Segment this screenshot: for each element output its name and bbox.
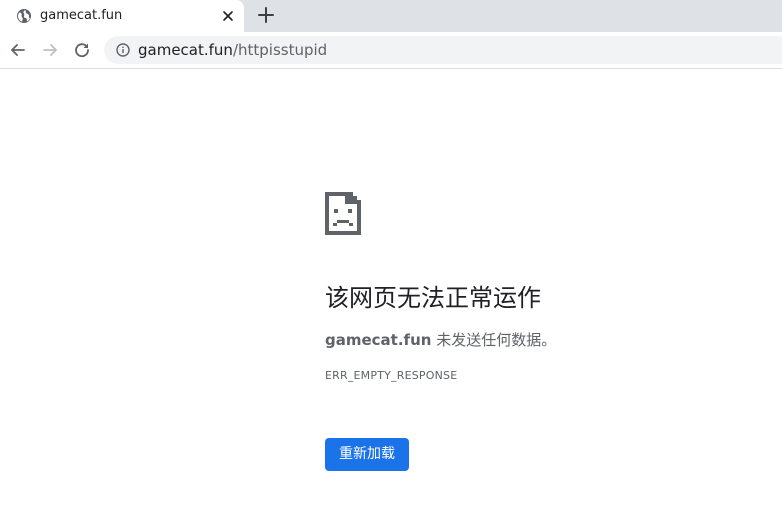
url-text[interactable]: gamecat.fun/httpisstupid: [138, 41, 327, 59]
tab-gamecat[interactable]: gamecat.fun: [0, 0, 244, 32]
tab-strip: gamecat.fun: [0, 0, 782, 32]
arrow-left-icon[interactable]: [8, 40, 28, 60]
url-host: gamecat.fun: [138, 41, 233, 59]
toolbar: gamecat.fun/httpisstupid: [0, 32, 782, 69]
error-message: 未发送任何数据。: [431, 331, 557, 349]
reload-button[interactable]: 重新加载: [325, 438, 409, 471]
plus-icon[interactable]: [256, 5, 276, 25]
info-icon[interactable]: [116, 43, 130, 57]
browser-window: gamecat.fun gamecat.fun/httpisstupid 该网页…: [0, 0, 782, 513]
error-code: ERR_EMPTY_RESPONSE: [325, 369, 458, 382]
arrow-right-icon[interactable]: [40, 40, 60, 60]
globe-icon: [17, 9, 31, 23]
address-bar[interactable]: gamecat.fun/httpisstupid: [104, 36, 782, 64]
page-content: 该网页无法正常运作 gamecat.fun 未发送任何数据。 ERR_EMPTY…: [0, 69, 782, 513]
sad-page-icon: [325, 192, 361, 235]
tab-title: gamecat.fun: [40, 8, 123, 23]
reload-icon[interactable]: [72, 40, 92, 60]
error-title: 该网页无法正常运作: [325, 284, 541, 312]
error-host: gamecat.fun: [325, 331, 432, 349]
error-description: gamecat.fun 未发送任何数据。: [325, 330, 556, 350]
close-icon[interactable]: [220, 8, 236, 24]
url-path: /httpisstupid: [232, 41, 328, 59]
